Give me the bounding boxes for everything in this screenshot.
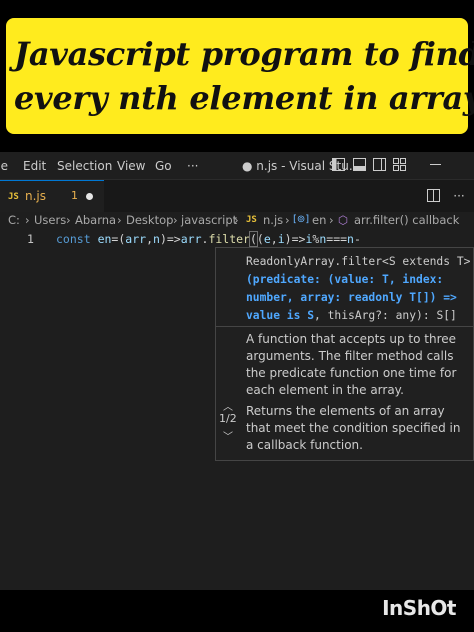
- toggle-panel-icon[interactable]: [352, 158, 366, 172]
- overload-pager: 1/2: [219, 412, 237, 425]
- signature-line-2: (predicate: (value: T, index:: [246, 273, 444, 286]
- minimize-icon[interactable]: [428, 158, 442, 172]
- signature: ReadonlyArray.filter<S extends T> (predi…: [246, 253, 470, 325]
- split-editor-icon[interactable]: [426, 189, 440, 203]
- js-file-icon: JS: [8, 192, 19, 202]
- menu-bar: lle Edit Selection View Go ··· ● n.js - …: [0, 152, 474, 180]
- signature-param-highlight: value is S: [246, 309, 315, 322]
- token-n: n: [347, 232, 354, 246]
- breadcrumb: C: › Users › Abarna › Desktop › javascri…: [0, 212, 474, 230]
- breadcrumb-separator-icon: ›: [117, 213, 122, 227]
- tab-label: n.js: [25, 189, 47, 203]
- token-op: (: [256, 232, 264, 246]
- signature-help-popup[interactable]: ReadonlyArray.filter<S extends T> (predi…: [215, 247, 474, 461]
- customize-layout-icon[interactable]: [392, 158, 406, 172]
- token-op: ,: [270, 232, 278, 246]
- breadcrumb-separator-icon: ›: [173, 213, 178, 227]
- breadcrumb-separator-icon: ›: [66, 213, 71, 227]
- breadcrumb-separator-icon: ›: [234, 213, 239, 227]
- menu-edit[interactable]: Edit: [23, 159, 46, 173]
- breadcrumb-callback[interactable]: arr.filter() callback: [354, 213, 459, 227]
- popup-divider: [216, 326, 474, 327]
- unsaved-dot-icon[interactable]: [86, 193, 93, 200]
- breadcrumb-users[interactable]: Users: [34, 213, 66, 227]
- breadcrumb-en[interactable]: en: [312, 213, 326, 227]
- tab-bar: JS n.js 1 ···: [0, 180, 474, 212]
- token-arr: arr: [180, 232, 202, 246]
- breadcrumb-javascript[interactable]: javascript: [181, 213, 237, 227]
- next-overload-icon[interactable]: ﹀: [223, 428, 233, 443]
- toggle-sidebar-icon[interactable]: [331, 158, 345, 172]
- menu-go[interactable]: Go: [155, 159, 172, 173]
- token-op: )=>: [284, 232, 306, 246]
- vscode-window: lle Edit Selection View Go ··· ● n.js - …: [0, 152, 474, 590]
- toggle-secondary-sidebar-icon[interactable]: [372, 158, 386, 172]
- token-param-n: n: [153, 232, 160, 246]
- more-actions-icon[interactable]: ···: [452, 189, 466, 203]
- breadcrumb-drive[interactable]: C:: [8, 213, 20, 227]
- token-param-i: i: [277, 232, 285, 246]
- breadcrumb-separator-icon: ›: [285, 213, 290, 227]
- line-number: 1: [27, 232, 34, 246]
- signature-line-3: number, array: readonly T[]) =>: [246, 291, 457, 304]
- previous-overload-icon[interactable]: ︿: [223, 398, 233, 413]
- code-text[interactable]: const en=(arr,n)=>arr.filter((e,i)=>i%n=…: [56, 231, 361, 247]
- token-var-en: en: [97, 232, 112, 246]
- breadcrumb-file[interactable]: n.js: [263, 213, 283, 227]
- signature-line-1: ReadonlyArray.filter<S extends T>: [246, 255, 471, 268]
- method-cube-icon: ⬡: [338, 213, 349, 227]
- token-param-e: e: [263, 232, 271, 246]
- inshot-watermark: InShOt: [382, 596, 456, 620]
- signature-line-4: value is S, thisArg?: any): S[]: [246, 307, 470, 325]
- token-keyword: const: [56, 232, 91, 246]
- token-op: ===: [326, 232, 348, 246]
- token-filter: filter: [208, 232, 250, 246]
- breadcrumb-desktop[interactable]: Desktop: [126, 213, 173, 227]
- problem-count: 1: [71, 189, 78, 202]
- token-param-arr: arr: [125, 232, 147, 246]
- signature-rest: , thisArg?: any): S[]: [314, 309, 457, 322]
- token-op: =(: [111, 232, 126, 246]
- menu-view[interactable]: View: [117, 159, 145, 173]
- variable-icon: [⊚]: [293, 214, 310, 225]
- title-banner: Javascript program to find every nth ele…: [6, 18, 474, 134]
- doc-paragraph-1: A function that accepts up to three argu…: [246, 332, 457, 397]
- breadcrumb-abarna[interactable]: Abarna: [75, 213, 116, 227]
- breadcrumb-separator-icon: ›: [329, 213, 334, 227]
- doc-paragraph-2: Returns the elements of an array that me…: [246, 404, 461, 452]
- banner-title-line-1: Javascript program to find: [14, 35, 474, 73]
- menu-selection[interactable]: Selection: [57, 159, 112, 173]
- token-op: -: [353, 232, 361, 246]
- breadcrumb-separator-icon: ›: [25, 213, 30, 227]
- tab-n-js[interactable]: JS n.js 1: [0, 180, 104, 212]
- token-paren-highlight: (: [248, 231, 258, 247]
- more-menu-icon[interactable]: ···: [187, 159, 198, 173]
- js-file-icon: JS: [246, 215, 257, 225]
- menu-file[interactable]: lle: [0, 159, 8, 173]
- token-op: )=>: [159, 232, 181, 246]
- token-op: ,: [146, 232, 153, 246]
- banner-title-line-2: every nth element in array: [14, 79, 474, 117]
